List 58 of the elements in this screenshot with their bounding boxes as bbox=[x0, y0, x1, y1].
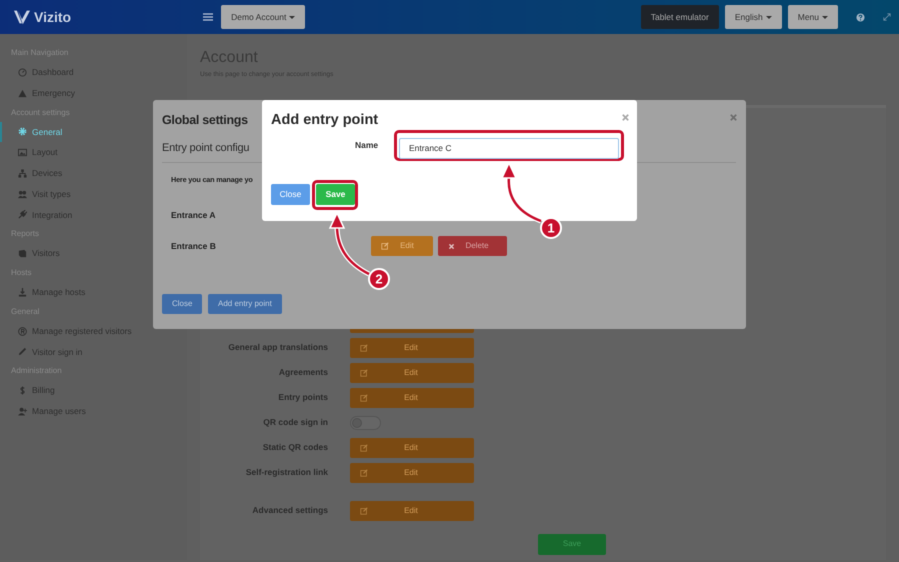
warning-icon bbox=[18, 88, 27, 98]
setting-label: General app translations bbox=[227, 341, 328, 354]
sidebar-item[interactable]: General bbox=[0, 122, 66, 142]
setting-label: Static QR codes bbox=[262, 441, 328, 454]
edit-icon bbox=[381, 242, 389, 250]
setting-label: Entry points bbox=[277, 391, 328, 404]
sitemap-icon bbox=[18, 168, 27, 178]
edit-icon bbox=[360, 468, 368, 477]
emulator-button[interactable]: Tablet emulator bbox=[640, 4, 719, 30]
dropdown-button[interactable]: Menu bbox=[788, 4, 838, 30]
registered-icon bbox=[18, 326, 27, 336]
logo-text: Vizito bbox=[34, 8, 72, 26]
delete-icon bbox=[448, 242, 455, 250]
close-button[interactable]: Close bbox=[271, 184, 310, 205]
edit-icon bbox=[360, 368, 368, 377]
help-icon[interactable] bbox=[856, 12, 865, 22]
user-plus-icon bbox=[18, 406, 27, 416]
menu-icon[interactable] bbox=[203, 12, 214, 22]
dollar-icon bbox=[18, 386, 27, 396]
edit-button[interactable]: Edit bbox=[350, 388, 474, 408]
dialog-title: Add entry point bbox=[271, 111, 378, 130]
edit-button[interactable]: Edit bbox=[350, 462, 474, 483]
edit-button[interactable]: Edit bbox=[350, 362, 474, 383]
download-icon bbox=[18, 288, 27, 297]
setting-label: Agreements bbox=[278, 366, 328, 380]
close-icon bbox=[729, 113, 738, 122]
edit-button[interactable]: Edit bbox=[371, 236, 433, 256]
delete-button[interactable]: Delete bbox=[438, 236, 507, 256]
entry-name: Entrance B bbox=[171, 240, 216, 253]
edit-button[interactable]: Edit bbox=[350, 338, 474, 358]
settings-icon bbox=[18, 127, 27, 136]
gauge-icon bbox=[18, 68, 27, 77]
name-field[interactable]: Entrance C bbox=[399, 138, 619, 158]
setting-label: Self-registration link bbox=[244, 466, 328, 480]
users-icon bbox=[18, 190, 27, 199]
dialog-title: Global settings bbox=[162, 112, 248, 129]
pencil-icon bbox=[18, 347, 27, 356]
close-icon bbox=[621, 113, 630, 122]
close-button[interactable]: Close bbox=[162, 294, 202, 314]
account-dropdown[interactable]: Demo Account bbox=[221, 4, 306, 30]
expand-icon[interactable] bbox=[883, 13, 891, 21]
setting-label: QR code sign in bbox=[262, 416, 328, 430]
entry-name: Entrance A bbox=[171, 209, 216, 222]
field-label: Name bbox=[355, 139, 378, 152]
add-entry-button[interactable]: Add entry point bbox=[208, 294, 282, 314]
plug-icon bbox=[18, 210, 27, 220]
logo-icon bbox=[14, 9, 30, 25]
edit-icon bbox=[360, 444, 368, 452]
edit-icon bbox=[360, 506, 368, 515]
dropdown-button[interactable]: English bbox=[724, 4, 782, 30]
setting-label: Advanced settings bbox=[251, 504, 328, 518]
save-button[interactable]: Save bbox=[316, 184, 355, 205]
dialog-subtitle: Entry point configu bbox=[162, 141, 250, 156]
edit-button[interactable]: Edit bbox=[350, 438, 474, 458]
image-icon bbox=[18, 148, 27, 158]
edit-icon bbox=[360, 394, 368, 402]
edit-button[interactable]: Edit bbox=[350, 500, 474, 521]
edit-icon bbox=[360, 344, 368, 352]
